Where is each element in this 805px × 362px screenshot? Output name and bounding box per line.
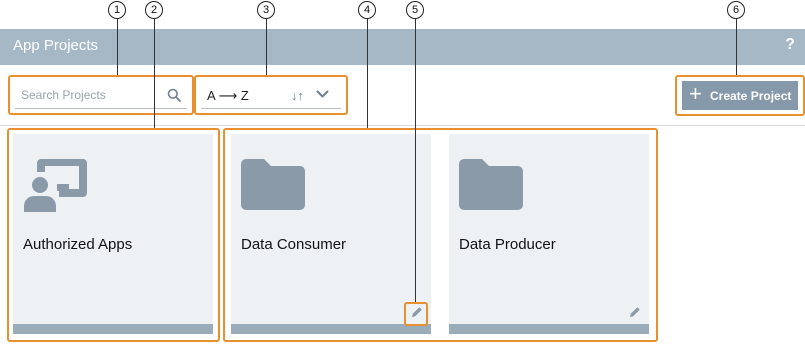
- page-title: App Projects: [13, 37, 99, 54]
- sort-label: A ⟶ Z: [207, 88, 249, 103]
- search-icon[interactable]: [167, 88, 181, 102]
- app-projects-page: App Projects ? A ⟶ Z ↓↑ + Create Project…: [0, 0, 805, 362]
- pencil-edit-icon[interactable]: [411, 306, 423, 318]
- plus-icon: +: [689, 81, 702, 106]
- sort-dropdown[interactable]: A ⟶ Z ↓↑: [201, 82, 341, 109]
- callout-number: 6: [727, 1, 745, 19]
- page-header: App Projects ?: [0, 29, 805, 65]
- search-field: [15, 82, 187, 109]
- project-card-data-consumer[interactable]: Data Consumer: [231, 134, 431, 334]
- callout-number: 1: [108, 1, 126, 19]
- project-card-authorized-apps[interactable]: Authorized Apps: [13, 134, 213, 334]
- callout-number: 5: [406, 1, 424, 19]
- chevron-down-icon[interactable]: [316, 90, 329, 99]
- card-title: Data Consumer: [241, 236, 347, 253]
- callout-number: 3: [257, 1, 275, 19]
- create-project-button[interactable]: + Create Project: [682, 81, 798, 110]
- toolbar-divider: [0, 125, 805, 126]
- authorized-apps-icon: [24, 159, 87, 212]
- folder-icon: [459, 159, 523, 210]
- card-title: Authorized Apps: [23, 236, 133, 253]
- callout-line: [154, 19, 155, 128]
- callout-line: [117, 19, 118, 75]
- pencil-edit-icon[interactable]: [629, 306, 641, 318]
- callout-line: [266, 19, 267, 75]
- folder-icon: [241, 159, 305, 210]
- search-input[interactable]: [21, 86, 161, 104]
- callout-line: [367, 19, 368, 128]
- create-project-label: Create Project: [710, 89, 792, 103]
- card-footer-bar: [449, 324, 649, 334]
- card-footer-bar: [231, 324, 431, 334]
- help-icon[interactable]: ?: [785, 36, 795, 54]
- card-footer-bar: [13, 324, 213, 334]
- sort-order-icon[interactable]: ↓↑: [291, 88, 304, 103]
- card-title: Data Producer: [459, 236, 556, 253]
- project-card-data-producer[interactable]: Data Producer: [449, 134, 649, 334]
- callout-line: [415, 19, 416, 302]
- callout-line: [736, 19, 737, 75]
- callout-number: 4: [358, 1, 376, 19]
- callout-number: 2: [145, 1, 163, 19]
